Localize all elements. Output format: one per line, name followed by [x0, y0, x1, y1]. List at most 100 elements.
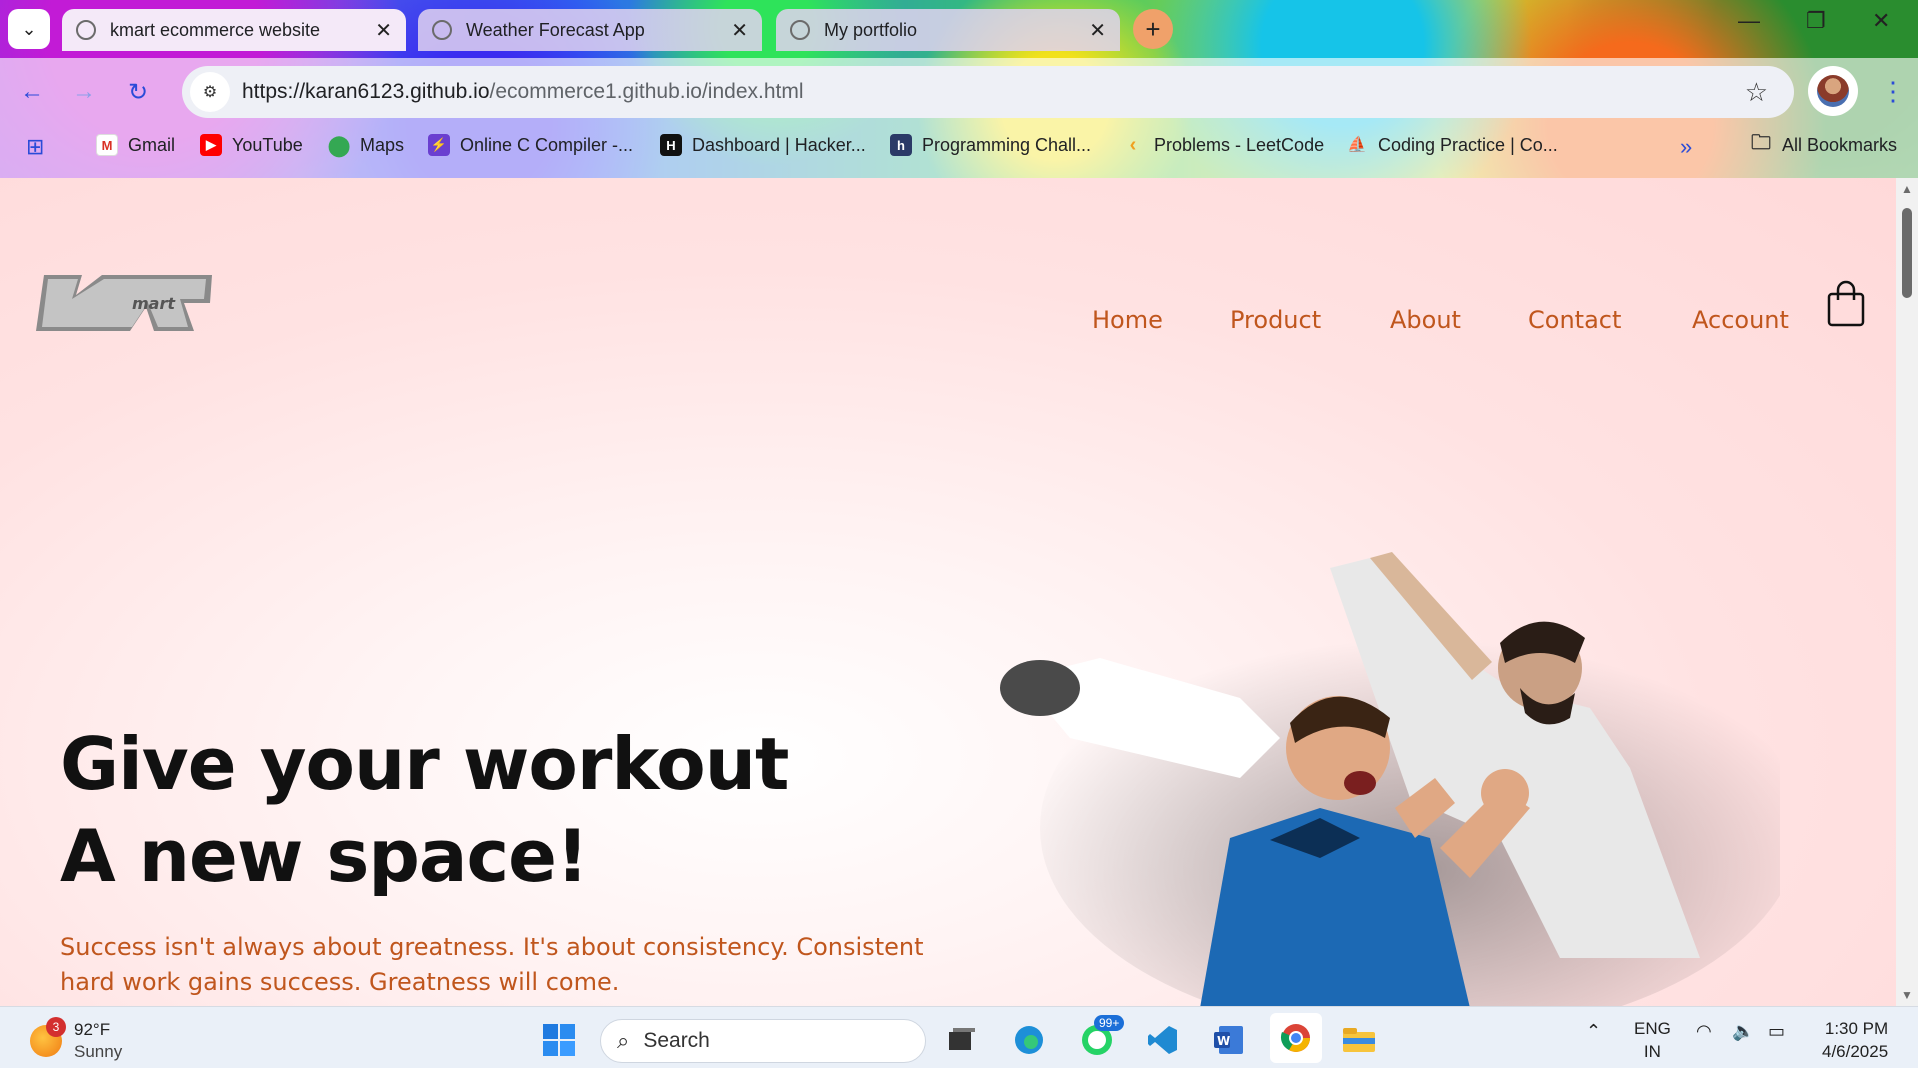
word-icon[interactable]: W — [1210, 1021, 1248, 1059]
bookmark-label: YouTube — [232, 134, 303, 155]
hero-description: Success isn't always about greatness. It… — [60, 933, 924, 996]
more-bookmarks-button[interactable]: » — [1680, 134, 1692, 160]
lightning-icon: ⚡ — [428, 134, 450, 156]
url-host: https://karan6123.github.io — [242, 80, 490, 103]
hackerrank-icon: H — [660, 134, 682, 156]
search-placeholder: Search — [643, 1029, 710, 1052]
menu-kebab-icon[interactable]: ⋮ — [1880, 76, 1906, 107]
edge-icon[interactable] — [1010, 1021, 1048, 1059]
temperature: 92°F — [74, 1020, 111, 1039]
kmart-logo[interactable]: mart — [34, 273, 214, 335]
athletes-hero-image — [1000, 552, 1780, 1006]
bookmark-label: Programming Chall... — [922, 134, 1092, 155]
tab-portfolio[interactable]: My portfolio ✕ — [776, 9, 1120, 51]
close-icon[interactable]: ✕ — [731, 18, 748, 43]
url-text[interactable]: https://karan6123.github.io/ecommerce1.g… — [242, 80, 804, 104]
ship-icon: ⛵ — [1347, 137, 1367, 154]
volume-icon[interactable]: 🔈 — [1732, 1021, 1754, 1042]
globe-icon — [76, 20, 96, 40]
language-indicator[interactable]: ENG IN — [1634, 1017, 1671, 1063]
wifi-icon[interactable]: ◠ — [1696, 1021, 1712, 1042]
sun-icon: 3 — [30, 1017, 66, 1057]
new-tab-button[interactable]: + — [1133, 9, 1173, 49]
windows-start-icon[interactable] — [540, 1021, 578, 1059]
nav-account[interactable]: Account — [1692, 306, 1789, 334]
bookmark-label: Online C Compiler -... — [460, 134, 634, 155]
bookmark-hackerrank[interactable]: H Dashboard | Hacker... — [660, 134, 866, 156]
bookmark-leetcode[interactable]: ‹ Problems - LeetCode — [1122, 134, 1324, 156]
clock-time: 1:30 PM — [1824, 1019, 1889, 1038]
reload-button[interactable]: ↻ — [128, 78, 148, 107]
folder-icon: 🗀 — [1751, 132, 1771, 154]
profile-avatar[interactable] — [1808, 66, 1858, 116]
task-view-icon[interactable] — [942, 1021, 980, 1059]
bookmark-coding-practice[interactable]: ⛵ Coding Practice | Co... — [1346, 134, 1558, 156]
bookmark-programming-challenges[interactable]: h Programming Chall... — [890, 134, 1091, 156]
hero-title: Give your workout A new space! — [60, 718, 789, 902]
nav-contact[interactable]: Contact — [1528, 306, 1621, 334]
scroll-down-arrow-icon[interactable]: ▼ — [1901, 988, 1913, 1002]
bookmark-label: Gmail — [128, 134, 176, 155]
bookmark-online-c-compiler[interactable]: ⚡ Online C Compiler -... — [428, 134, 633, 156]
bookmark-maps[interactable]: ⬤ Maps — [327, 134, 404, 157]
nav-about[interactable]: About — [1390, 306, 1461, 334]
bookmark-label: Dashboard | Hacker... — [692, 134, 866, 155]
back-button[interactable]: ← — [20, 78, 44, 106]
forward-button[interactable]: → — [72, 78, 96, 106]
leetcode-icon: ‹ — [1129, 133, 1137, 156]
all-bookmarks-button[interactable]: 🗀 All Bookmarks — [1750, 132, 1898, 156]
battery-icon[interactable]: ▭ — [1768, 1021, 1785, 1042]
taskbar-search-input[interactable]: ⌕ Search — [600, 1019, 926, 1063]
apps-grid-icon[interactable]: ⊞ — [26, 134, 44, 160]
file-explorer-icon[interactable] — [1340, 1021, 1378, 1059]
close-icon[interactable]: ✕ — [1089, 18, 1106, 43]
minimize-button[interactable]: — — [1738, 8, 1760, 34]
bookmark-star-icon[interactable]: ☆ — [1745, 77, 1768, 108]
close-icon[interactable]: ✕ — [375, 18, 392, 43]
svg-text:W: W — [1217, 1034, 1230, 1048]
windows-taskbar: 3 92°F Sunny ⌕ Search 99+ W ⌃ ENG IN ◠ 🔈… — [0, 1006, 1918, 1068]
globe-icon — [790, 20, 810, 40]
system-clock[interactable]: 1:30 PM 4/6/2025 — [1822, 1017, 1888, 1063]
clock-date: 4/6/2025 — [1822, 1042, 1889, 1061]
globe-icon — [432, 20, 452, 40]
tab-search-button[interactable]: ⌄ — [8, 9, 50, 49]
bookmark-label: Coding Practice | Co... — [1378, 134, 1558, 155]
chevron-up-icon[interactable]: ⌃ — [1586, 1021, 1601, 1042]
language-code: ENG — [1634, 1019, 1671, 1038]
tab-label: kmart ecommerce website — [110, 19, 321, 40]
bookmark-youtube[interactable]: ▶ YouTube — [200, 134, 303, 156]
hero-title-line: Give your workout — [60, 722, 789, 806]
nav-product[interactable]: Product — [1230, 306, 1321, 334]
map-pin-icon: ⬤ — [327, 134, 351, 157]
vscode-icon[interactable] — [1144, 1021, 1182, 1059]
scroll-up-arrow-icon[interactable]: ▲ — [1901, 182, 1913, 196]
webpage: mart Home Product About Contact Account … — [0, 178, 1896, 1006]
bookmark-label: All Bookmarks — [1782, 134, 1898, 155]
tab-weather[interactable]: Weather Forecast App ✕ — [418, 9, 762, 51]
bookmark-gmail[interactable]: M Gmail — [96, 134, 175, 156]
tab-kmart[interactable]: kmart ecommerce website ✕ — [62, 9, 406, 51]
shopping-bag-icon[interactable] — [1826, 280, 1866, 328]
page-scrollbar[interactable]: ▲ ▼ — [1896, 178, 1918, 1006]
weather-widget[interactable]: 3 92°F Sunny — [30, 1017, 123, 1063]
browser-chrome: ⌄ kmart ecommerce website ✕ Weather Fore… — [0, 0, 1918, 178]
nav-home[interactable]: Home — [1092, 306, 1163, 334]
whatsapp-icon[interactable]: 99+ — [1078, 1015, 1125, 1059]
address-bar[interactable]: ⚙ https://karan6123.github.io/ecommerce1… — [182, 66, 1794, 118]
avatar — [1817, 75, 1849, 107]
plus-icon: + — [1145, 13, 1161, 44]
gmail-icon: M — [96, 134, 118, 156]
h-icon: h — [890, 134, 912, 156]
region-code: IN — [1643, 1042, 1661, 1061]
url-path: /ecommerce1.github.io/index.html — [489, 80, 804, 103]
site-info-icon[interactable]: ⚙ — [190, 72, 230, 112]
scrollbar-thumb[interactable] — [1902, 208, 1912, 298]
whatsapp-badge: 99+ — [1094, 1015, 1125, 1031]
hero-title-line: A new space! — [60, 814, 589, 898]
weather-condition: Sunny — [74, 1042, 123, 1061]
restore-button[interactable]: ❐ — [1806, 8, 1826, 34]
chrome-icon[interactable] — [1270, 1013, 1322, 1063]
tab-label: Weather Forecast App — [466, 19, 645, 40]
close-window-button[interactable]: ✕ — [1872, 8, 1890, 34]
